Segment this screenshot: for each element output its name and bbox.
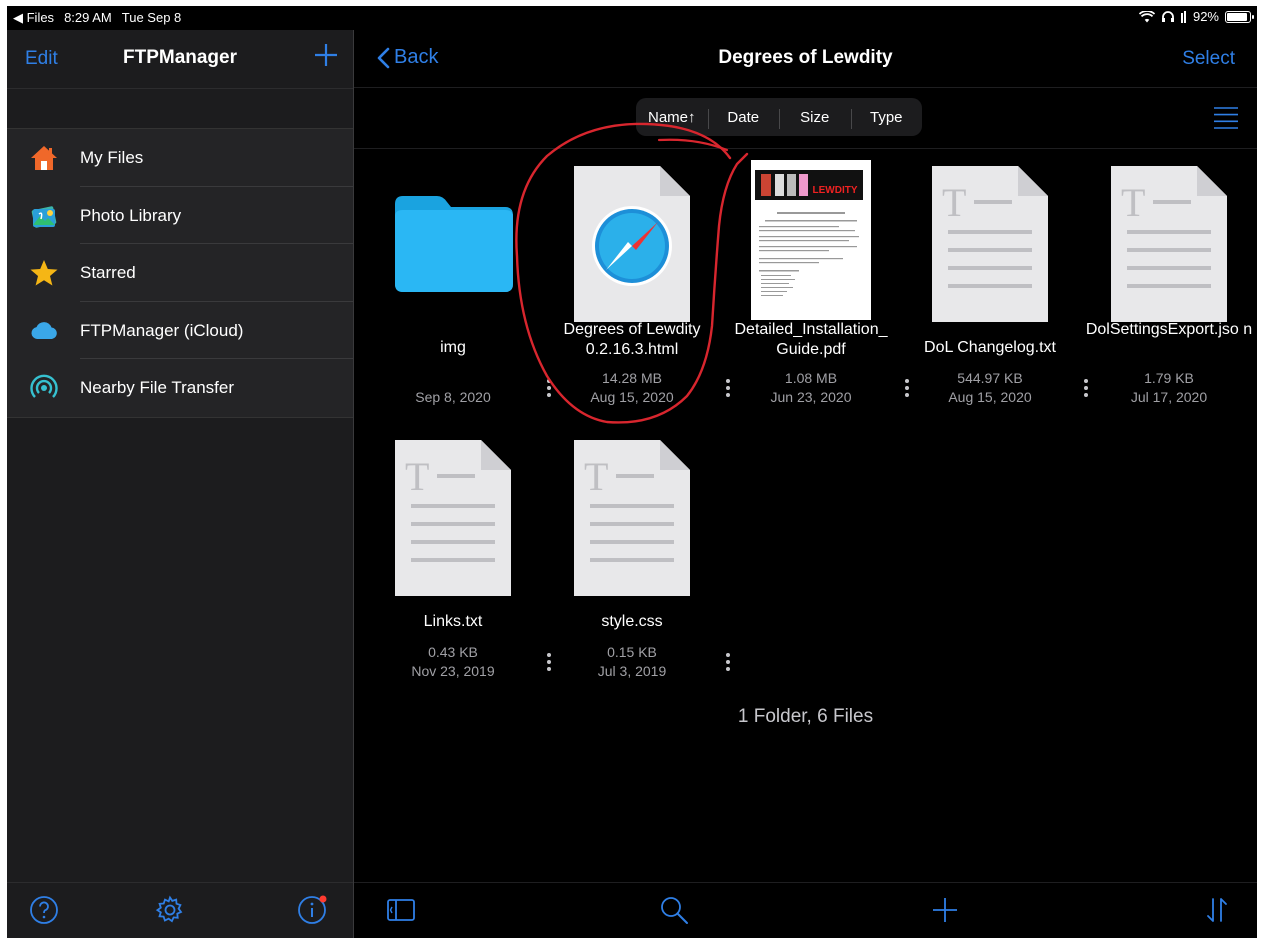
headphones-icon [1161, 10, 1174, 22]
file-name: Degrees of Lewdity 0.2.16.3.html [563, 321, 701, 358]
sidebar-item-my-files[interactable]: My Files [7, 129, 353, 187]
star-icon [30, 260, 58, 286]
sort-segmented-control: Name↑ Date Size Type [636, 98, 922, 136]
folder-title: Degrees of Lewdity [718, 47, 893, 68]
select-button[interactable]: Select [1182, 48, 1235, 70]
main-nav-bar: Back Degrees of Lewdity Select [354, 30, 1257, 88]
file-size: 1.79 KB [1144, 370, 1194, 386]
status-date: Tue Sep 8 [121, 10, 182, 25]
folder-summary: 1 Folder, 6 Files [737, 706, 874, 727]
file-date: Nov 23, 2019 [411, 663, 495, 679]
sort-by-type[interactable]: Type [850, 108, 923, 129]
sidebar-item-nearby-transfer[interactable]: Nearby File Transfer [7, 359, 353, 417]
pdf-banner-text: LEWDITY [813, 185, 858, 196]
home-icon [31, 146, 57, 170]
battery-icon [1225, 10, 1254, 23]
file-size: 0.15 KB [607, 644, 657, 660]
file-browser: Back Degrees of Lewdity Select Name↑ Dat… [354, 30, 1257, 938]
sort-by-name[interactable]: Name↑ [636, 109, 708, 126]
file-date: Jun 23, 2020 [770, 389, 852, 405]
gear-icon[interactable] [155, 895, 185, 925]
info-icon[interactable] [297, 895, 327, 925]
file-name: style.css [601, 613, 663, 630]
sidebar-toggle-icon[interactable] [386, 895, 416, 925]
sidebar-spacer [7, 88, 353, 128]
sidebar-title: FTPManager [122, 47, 238, 68]
sidebar-item-label: FTPManager (iCloud) [80, 320, 244, 340]
sidebar-item-starred[interactable]: Starred [7, 244, 353, 302]
sort-by-size[interactable]: Size [779, 108, 851, 129]
file-name: Detailed_Installation_ Guide.pdf [734, 321, 888, 358]
search-icon[interactable] [659, 895, 689, 925]
ipad-screen: ◀ Files 8:29 AM Tue Sep 8 92% Edit FTPMa… [7, 6, 1257, 938]
nearby-transfer-icon [30, 375, 58, 399]
file-size: 544.97 KB [957, 370, 1023, 386]
svg-text:T: T [942, 180, 966, 225]
photo-library-icon [31, 205, 57, 228]
file-size: 0.43 KB [428, 644, 478, 660]
file-date: Aug 15, 2020 [948, 389, 1032, 405]
battery-percent: 92% [1192, 9, 1219, 24]
file-size: 14.28 MB [602, 370, 662, 386]
text-file-icon: T [574, 440, 690, 596]
sidebar-item-label: Starred [80, 263, 136, 283]
svg-text:T: T [405, 454, 429, 499]
pdf-preview-thumbnail: LEWDITY [751, 160, 871, 320]
text-file-icon: T [395, 440, 511, 596]
cloud-icon [31, 321, 57, 339]
add-icon[interactable] [930, 895, 960, 925]
file-name: img [440, 339, 466, 356]
sidebar-item-icloud[interactable]: FTPManager (iCloud) [7, 302, 353, 360]
sidebar-toolbar [7, 882, 353, 938]
sort-order-icon[interactable] [1202, 895, 1232, 925]
svg-text:T: T [1121, 180, 1145, 225]
sidebar-item-photo-library[interactable]: Photo Library [7, 187, 353, 245]
safari-file-icon [574, 166, 690, 322]
more-options-icon[interactable] [723, 650, 733, 678]
help-icon[interactable] [29, 895, 59, 925]
sidebar: Edit FTPManager My Files Photo Library S… [7, 30, 353, 938]
wifi-icon [1138, 10, 1155, 22]
folder-icon [395, 196, 513, 292]
back-to-files-link[interactable]: ◀ Files [13, 10, 54, 26]
text-file-icon: T [1111, 166, 1227, 322]
toolbar-divider [354, 148, 1257, 149]
file-date: Aug 15, 2020 [590, 389, 674, 405]
svg-text:T: T [584, 454, 608, 499]
list-view-icon[interactable] [1213, 106, 1239, 130]
status-bar: ◀ Files 8:29 AM Tue Sep 8 92% [7, 6, 1257, 30]
file-date: Sep 8, 2020 [415, 389, 491, 405]
sidebar-item-label: My Files [80, 148, 144, 167]
file-name: DolSettingsExport.jso n [1085, 321, 1253, 338]
file-date: Jul 17, 2020 [1130, 389, 1208, 405]
file-name: DoL Changelog.txt [924, 339, 1056, 356]
add-icon[interactable] [313, 42, 339, 68]
file-name: Links.txt [423, 613, 483, 630]
sidebar-locations: My Files Photo Library Starred FTPManage… [7, 128, 353, 418]
sidebar-nav-bar: Edit FTPManager [7, 30, 353, 88]
sidebar-item-label: Nearby File Transfer [80, 378, 234, 398]
status-time: 8:29 AM [64, 10, 112, 25]
sidebar-item-label: Photo Library [80, 205, 182, 225]
main-toolbar [354, 882, 1257, 938]
text-file-icon: T [932, 166, 1048, 322]
file-date: Jul 3, 2019 [597, 663, 667, 679]
file-size: 1.08 MB [784, 370, 838, 386]
signal-icon [1180, 10, 1186, 23]
sort-by-date[interactable]: Date [707, 108, 780, 129]
